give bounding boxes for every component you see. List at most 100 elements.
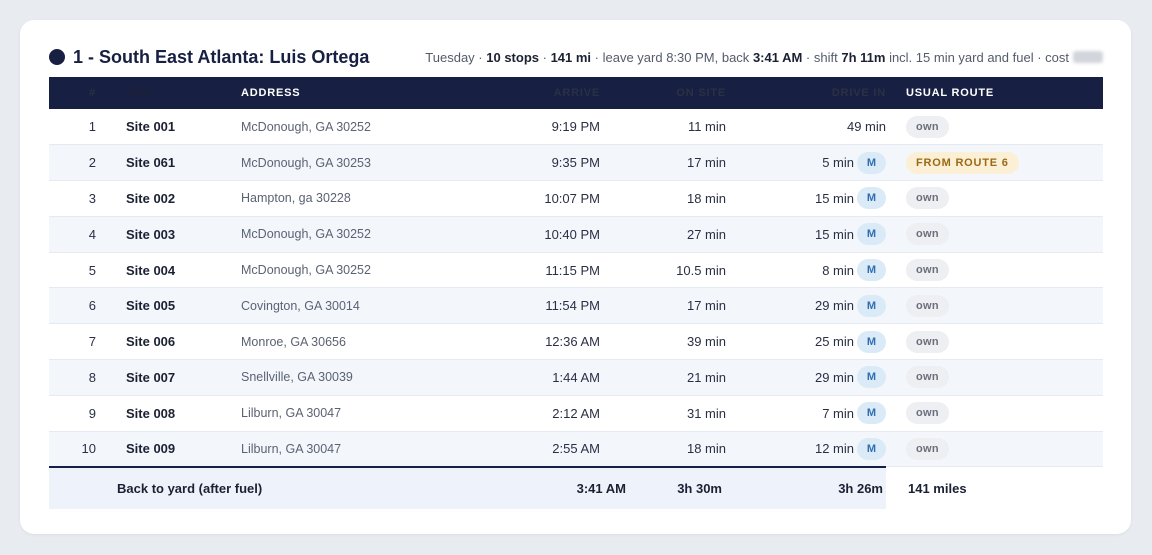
route-leave-text: leave yard 8:30 PM, back: [602, 49, 750, 65]
route-card: 1 - South East Atlanta: Luis Ortega Tues…: [20, 20, 1131, 534]
stop-on-site: 39 min: [600, 323, 726, 361]
route-badge: own: [906, 259, 949, 282]
stop-number: 1: [49, 109, 103, 146]
stop-address: McDonough, GA 30252: [241, 216, 426, 253]
stop-site: Site 009: [103, 431, 241, 468]
route-badge: own: [906, 294, 949, 317]
stop-site: Site 061: [103, 144, 241, 182]
route-back-time: 3:41 AM: [752, 49, 803, 65]
route-badge: own: [906, 330, 949, 353]
col-header-site: SITE: [126, 87, 154, 99]
mode-badge: M: [857, 259, 886, 282]
stop-on-site: 21 min: [600, 359, 726, 396]
drive-time: 12 min: [814, 441, 854, 457]
table-header-row: # SITE ADDRESS ARRIVE ON SITE DRIVE IN U…: [49, 77, 1103, 109]
stop-drive-in: 29 min M: [726, 287, 886, 325]
route-badge: own: [906, 187, 949, 210]
stops-table-body: 1 Site 001 McDonough, GA 30252 9:19 PM 1…: [49, 109, 1103, 468]
stop-on-site: 18 min: [600, 431, 726, 468]
stop-drive-in: 5 min M: [726, 144, 886, 182]
table-row: 4 Site 003 McDonough, GA 30252 10:40 PM …: [49, 216, 1103, 253]
stop-address: Snellville, GA 30039: [241, 359, 426, 396]
stop-usual-route: own: [886, 252, 1103, 289]
route-badge: own: [906, 223, 949, 246]
stops-table: # SITE ADDRESS ARRIVE ON SITE DRIVE IN U…: [49, 77, 1103, 509]
footer-values: 3:41 AM 3h 30m 3h 26m 141 miles: [49, 468, 1103, 510]
route-badge: own: [906, 366, 949, 389]
route-shift-note: incl. 15 min yard and fuel: [889, 49, 1034, 65]
drive-time: 49 min: [846, 119, 886, 135]
stop-on-site: 17 min: [600, 144, 726, 182]
table-row: 3 Site 002 Hampton, ga 30228 10:07 PM 18…: [49, 180, 1103, 217]
drive-time: 7 min: [822, 405, 854, 421]
stop-number: 5: [49, 252, 103, 289]
stop-address: McDonough, GA 30252: [241, 109, 426, 146]
stop-address: Monroe, GA 30656: [241, 323, 426, 361]
stop-address: Hampton, ga 30228: [241, 180, 426, 217]
stop-usual-route: own: [886, 216, 1103, 253]
drive-time: 5 min: [822, 155, 854, 171]
footer-on-site-total: 3h 30m: [677, 481, 722, 496]
table-row: 1 Site 001 McDonough, GA 30252 9:19 PM 1…: [49, 109, 1103, 146]
stop-address: Lilburn, GA 30047: [241, 395, 426, 432]
stop-on-site: 17 min: [600, 287, 726, 325]
stop-usual-route: own: [886, 431, 1103, 468]
col-header-drive-in: DRIVE IN: [831, 87, 886, 99]
stop-number: 6: [49, 287, 103, 325]
stop-on-site: 10.5 min: [600, 252, 726, 289]
route-header: 1 - South East Atlanta: Luis Ortega Tues…: [49, 46, 1103, 68]
stop-number: 10: [49, 431, 103, 468]
mode-badge: M: [857, 187, 886, 210]
stop-on-site: 31 min: [600, 395, 726, 432]
stop-drive-in: 12 min M: [726, 431, 886, 468]
route-cost-redacted: [1073, 50, 1103, 63]
stop-address: McDonough, GA 30252: [241, 252, 426, 289]
mode-badge: M: [857, 151, 886, 174]
stop-number: 7: [49, 323, 103, 361]
table-row: 5 Site 004 McDonough, GA 30252 11:15 PM …: [49, 252, 1103, 289]
stop-arrive: 11:54 PM: [426, 287, 600, 325]
stop-usual-route: own: [886, 359, 1103, 396]
stop-drive-in: 49 min: [726, 109, 886, 146]
col-header-on-site: ON SITE: [676, 87, 726, 99]
route-badge: own: [906, 438, 949, 461]
stop-site: Site 005: [103, 287, 241, 325]
stop-site: Site 003: [103, 216, 241, 253]
drive-time: 15 min: [814, 226, 854, 242]
stop-usual-route: FROM ROUTE 6: [886, 144, 1103, 182]
stop-drive-in: 15 min M: [726, 216, 886, 253]
route-summary: Tuesday · 10 stops · 141 mi · leave yard…: [425, 50, 1103, 65]
stop-arrive: 1:44 AM: [426, 359, 600, 396]
stop-arrive: 10:40 PM: [426, 216, 600, 253]
stop-address: Covington, GA 30014: [241, 287, 426, 325]
stop-usual-route: own: [886, 109, 1103, 146]
table-row: 10 Site 009 Lilburn, GA 30047 2:55 AM 18…: [49, 431, 1103, 468]
table-row: 2 Site 061 McDonough, GA 30253 9:35 PM 1…: [49, 144, 1103, 182]
stop-number: 3: [49, 180, 103, 217]
stop-drive-in: 15 min M: [726, 180, 886, 217]
footer-distance: 141 miles: [908, 481, 967, 496]
stop-arrive: 11:15 PM: [426, 252, 600, 289]
mode-badge: M: [857, 330, 886, 353]
stop-on-site: 11 min: [600, 109, 726, 146]
stop-usual-route: own: [886, 395, 1103, 432]
stop-arrive: 9:35 PM: [426, 144, 600, 182]
route-day: Tuesday: [425, 49, 475, 65]
mode-badge: M: [857, 294, 886, 317]
route-miles: 141 mi: [550, 49, 592, 65]
stop-number: 8: [49, 359, 103, 396]
col-header-arrive: ARRIVE: [553, 87, 600, 99]
stop-site: Site 002: [103, 180, 241, 217]
route-badge: FROM ROUTE 6: [906, 151, 1019, 174]
stop-address: McDonough, GA 30253: [241, 144, 426, 182]
table-row: 6 Site 005 Covington, GA 30014 11:54 PM …: [49, 287, 1103, 325]
stop-arrive: 10:07 PM: [426, 180, 600, 217]
route-shift-label: shift: [813, 49, 838, 65]
stop-drive-in: 25 min M: [726, 323, 886, 361]
stop-drive-in: 7 min M: [726, 395, 886, 432]
stop-arrive: 2:55 AM: [426, 431, 600, 468]
route-stops: 10 stops: [486, 49, 539, 65]
table-row: 8 Site 007 Snellville, GA 30039 1:44 AM …: [49, 359, 1103, 396]
footer-drive-total: 3h 26m: [838, 481, 883, 496]
stop-site: Site 006: [103, 323, 241, 361]
